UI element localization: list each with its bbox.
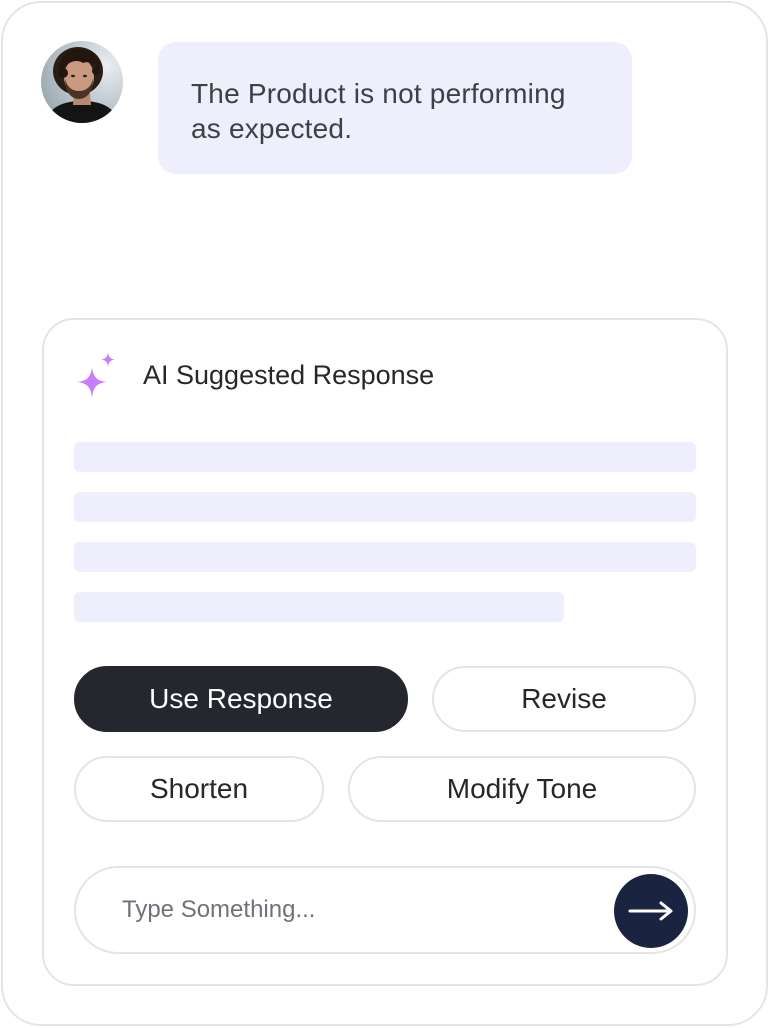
arrow-right-icon (628, 901, 673, 921)
message-composer (74, 866, 696, 954)
user-avatar (41, 41, 123, 123)
user-message-bubble: The Product is not performing as expecte… (158, 42, 632, 174)
modify-tone-button[interactable]: Modify Tone (348, 756, 696, 822)
send-button[interactable] (614, 874, 688, 948)
use-response-button[interactable]: Use Response (74, 666, 408, 732)
revise-button[interactable]: Revise (432, 666, 696, 732)
avatar-image (41, 41, 123, 123)
shorten-button[interactable]: Shorten (74, 756, 324, 822)
skeleton-line (74, 442, 696, 472)
user-message-text: The Product is not performing as expecte… (191, 78, 566, 144)
skeleton-line (74, 542, 696, 572)
sparkle-icon (77, 352, 115, 398)
ai-panel-title: AI Suggested Response (143, 360, 435, 390)
skeleton-line (74, 592, 564, 622)
message-input[interactable] (122, 890, 592, 930)
skeleton-line (74, 492, 696, 522)
